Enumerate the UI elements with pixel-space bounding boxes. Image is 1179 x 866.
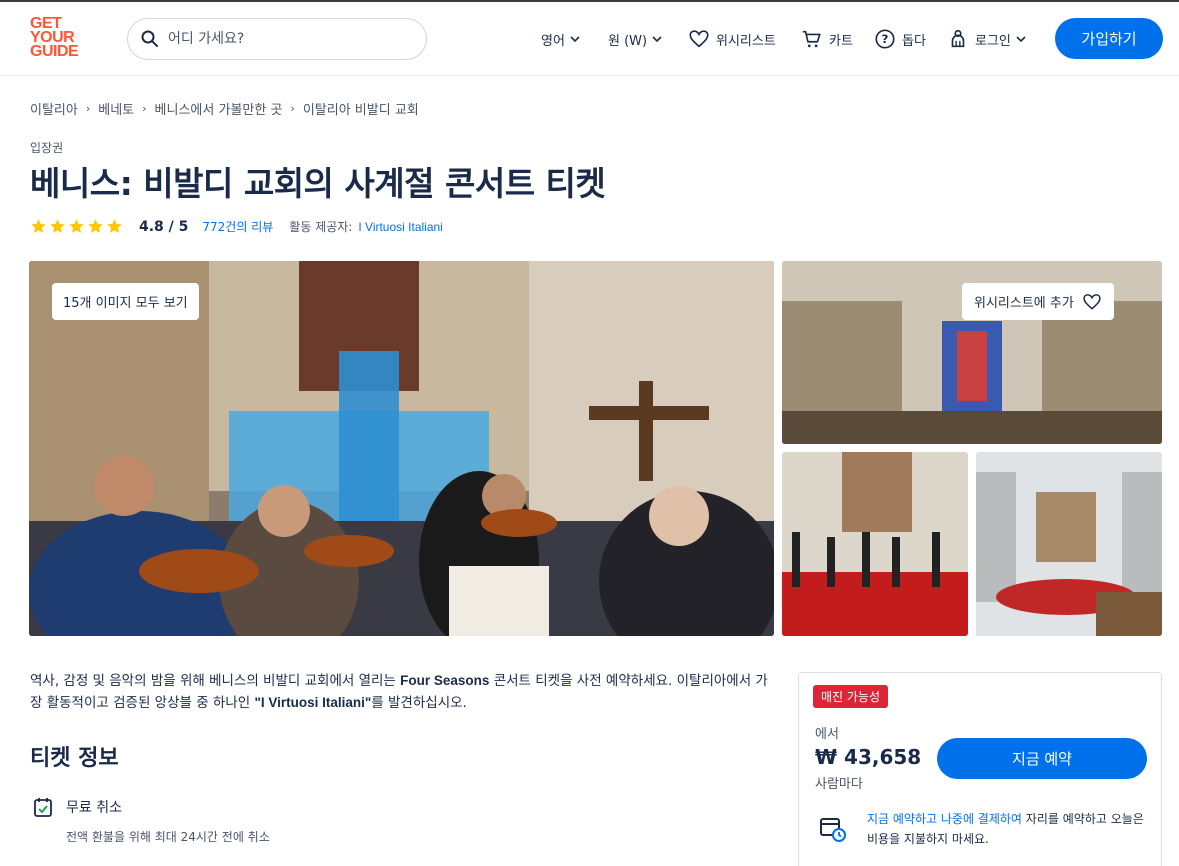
cart-link[interactable]: 카트	[801, 26, 853, 52]
book-now-button[interactable]: 지금 예약	[937, 738, 1147, 779]
provider-label: 활동 제공자:	[289, 220, 353, 234]
getyourguide-logo[interactable]: GET YOUR GUIDE	[30, 16, 86, 60]
chevron-down-icon	[652, 36, 662, 43]
star-rating	[30, 218, 123, 235]
breadcrumb-item[interactable]: 베니스에서 가볼만한 곳	[155, 99, 283, 118]
activity-description: 역사, 감정 및 음악의 밤을 위해 베니스의 비발디 교회에서 열리는 Fou…	[30, 670, 780, 714]
heart-icon	[689, 30, 709, 48]
price-value: ₩ 43,658	[815, 745, 922, 769]
wishlist-label: 위시리스트	[716, 33, 776, 49]
provider-link[interactable]: I Virtuosi Italiani	[358, 220, 443, 234]
rating-score: 4.8 / 5	[139, 218, 189, 235]
ensemble-photo	[782, 452, 968, 636]
page-title: 베니스: 비발디 교회의 사계절 콘서트 티켓	[30, 164, 606, 203]
site-header: GET YOUR GUIDE 영어 원 (W) 위시리스트 카트 ? 돕다 로그…	[0, 2, 1179, 76]
description-text: 역사, 감정 및 음악의 밤을 위해 베니스의 비발디 교회에서 열리는	[30, 673, 401, 689]
description-text: 를 발견하십시오.	[371, 695, 467, 711]
free-cancellation-label: 무료 취소	[66, 800, 122, 816]
breadcrumb: 이탈리아 › 베네토 › 베니스에서 가볼만한 곳 › 이탈리아 비발디 교회	[30, 99, 419, 118]
wishlist-link[interactable]: 위시리스트	[688, 26, 776, 52]
reserve-now-pay-later-link[interactable]: 지금 예약하고 나중에 결제하여	[867, 812, 1022, 826]
price-prefix: 에서	[815, 727, 839, 742]
language-label: 영어	[541, 33, 565, 49]
breadcrumb-item[interactable]: 이탈리아	[30, 99, 78, 118]
star-icon	[69, 219, 84, 233]
chevron-right-icon: ›	[85, 102, 91, 115]
language-selector[interactable]: 영어	[541, 26, 581, 52]
calendar-check-icon	[34, 798, 52, 817]
star-icon	[88, 219, 103, 233]
description-highlight: Four Seasons	[400, 673, 490, 688]
cart-label: 카트	[829, 33, 853, 49]
free-cancellation-feature: 무료 취소	[33, 796, 122, 818]
gallery-photo-nave[interactable]	[976, 452, 1162, 636]
reviews-link[interactable]: 772건의 리뷰	[202, 218, 273, 235]
description-highlight: "I Virtuosi Italiani"	[254, 695, 372, 710]
chevron-right-icon: ›	[142, 102, 147, 115]
logo-line-3: GUIDE	[30, 43, 79, 60]
user-group-icon	[951, 29, 965, 48]
cart-icon	[802, 30, 821, 48]
calendar-clock-icon	[820, 818, 846, 842]
nave-photo	[976, 452, 1162, 636]
heart-icon	[1083, 293, 1101, 310]
rating-row: 4.8 / 5 772건의 리뷰 활동 제공자: I Virtuosi Ital…	[30, 218, 443, 235]
breadcrumb-item[interactable]: 이탈리아 비발디 교회	[303, 99, 419, 118]
currency-label: 원 (W)	[608, 33, 648, 49]
likely-sell-out-badge: 매진 가능성	[813, 685, 889, 708]
chevron-down-icon	[1016, 36, 1026, 43]
star-icon	[50, 219, 65, 233]
login-label: 로그인	[975, 33, 1011, 49]
search-icon	[141, 30, 158, 47]
currency-selector[interactable]: 원 (W)	[608, 26, 663, 52]
reserve-now-pay-later: 지금 예약하고 나중에 결제하여 자리를 예약하고 오늘은 비용을 지불하지 마…	[819, 809, 1147, 849]
chevron-right-icon: ›	[290, 102, 295, 115]
add-to-wishlist-label: 위시리스트에 추가	[974, 296, 1074, 311]
help-link[interactable]: ? 돕다	[874, 26, 926, 52]
help-icon: ?	[875, 29, 895, 49]
signup-button[interactable]: 가입하기	[1055, 18, 1163, 59]
view-all-photos-button[interactable]: 15개 이미지 모두 보기	[52, 283, 199, 320]
login-menu[interactable]: 로그인	[947, 26, 1027, 52]
add-to-wishlist-button[interactable]: 위시리스트에 추가	[962, 283, 1114, 320]
category-label: 입장권	[30, 141, 64, 155]
price-unit: 사람마다	[815, 777, 863, 792]
reserve-now-pay-later-text: 지금 예약하고 나중에 결제하여 자리를 예약하고 오늘은 비용을 지불하지 마…	[867, 809, 1147, 849]
ticket-info-title: 티켓 정보	[30, 746, 119, 771]
help-label: 돕다	[902, 33, 926, 49]
free-cancellation-detail: 전액 환불을 위해 최대 24시간 전에 취소	[66, 830, 270, 844]
star-icon	[31, 219, 46, 233]
booking-card: 매진 가능성 에서 ₩ 43,658 사람마다 지금 예약 지금 예약하고 나중…	[798, 672, 1162, 866]
gallery-photo-ensemble[interactable]	[782, 452, 968, 636]
chevron-down-icon	[570, 36, 580, 43]
svg-text:?: ?	[882, 32, 889, 46]
search-box[interactable]	[127, 18, 427, 60]
search-input[interactable]	[168, 31, 408, 47]
breadcrumb-item[interactable]: 베네토	[98, 99, 134, 118]
star-icon	[107, 219, 122, 233]
